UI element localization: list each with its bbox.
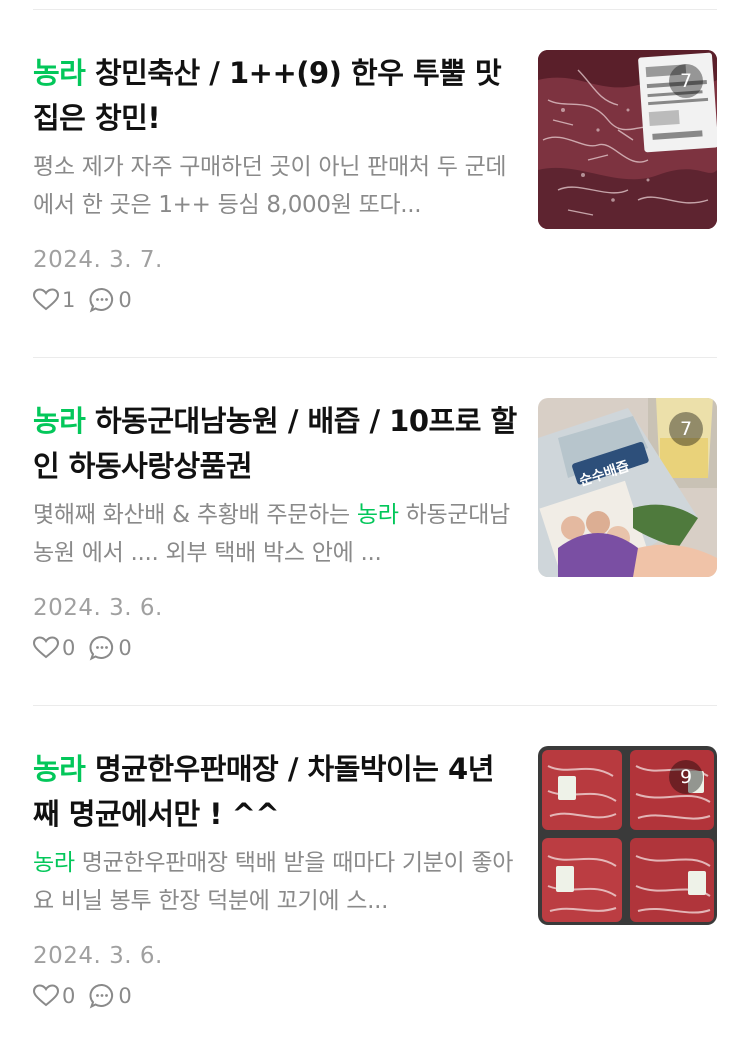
post-thumbnail[interactable]: 순수배즙 7 (538, 398, 717, 577)
post-title[interactable]: 농라 창민축산 / 1++(9) 한우 투뿔 맛집은 창민! (33, 10, 519, 141)
post-title[interactable]: 농라 하동군대남농원 / 배즙 / 10프로 할인 하동사랑상품권 (33, 358, 519, 489)
heart-icon (33, 288, 59, 311)
post-excerpt[interactable]: 농라 명균한우판매장 택배 받을 때마다 기분이 좋아요 비닐 봉투 한장 덕분… (33, 844, 519, 920)
comment-button[interactable]: 0 (89, 635, 132, 661)
excerpt-text: 명균한우판매장 택배 받을 때마다 기분이 좋아요 비닐 봉투 한장 덕분에 꼬… (33, 850, 514, 914)
excerpt-keyword: 농라 (33, 850, 75, 876)
title-text: 하동군대남농원 / 배즙 / 10프로 할인 하동사랑상품권 (33, 404, 517, 483)
comment-button[interactable]: 0 (89, 287, 132, 313)
post-date: 2024. 3. 6. (33, 943, 163, 969)
comment-count: 0 (118, 636, 132, 660)
title-keyword: 농라 (33, 752, 86, 786)
post-meta: 0 0 (33, 635, 146, 661)
like-button[interactable]: 0 (33, 984, 75, 1008)
post-meta: 1 0 (33, 287, 146, 313)
excerpt-text: 평소 제가 자주 구매하던 곳이 아닌 판매처 두 군데에서 한 곳은 1++ … (33, 154, 507, 218)
comment-count: 0 (118, 984, 132, 1008)
title-keyword: 농라 (33, 56, 86, 90)
like-button[interactable]: 0 (33, 636, 75, 660)
comment-icon (89, 983, 114, 1009)
comment-count: 0 (118, 288, 132, 312)
photo-count-badge: 9 (669, 760, 703, 794)
comment-button[interactable]: 0 (89, 983, 132, 1009)
comment-icon (89, 287, 114, 313)
post-card[interactable]: 농라 명균한우판매장 / 차돌박이는 4년째 명균에서만 ! ^^ 농라 명균한… (33, 706, 717, 1054)
post-text[interactable]: 농라 창민축산 / 1++(9) 한우 투뿔 맛집은 창민! 평소 제가 자주 … (33, 10, 519, 224)
like-button[interactable]: 1 (33, 288, 75, 312)
title-keyword: 농라 (33, 404, 86, 438)
post-card[interactable]: 농라 창민축산 / 1++(9) 한우 투뿔 맛집은 창민! 평소 제가 자주 … (33, 10, 717, 358)
like-count: 0 (62, 636, 76, 660)
excerpt-text-prefix: 몇해째 화산배 & 추황배 주문하는 (33, 502, 357, 528)
like-count: 0 (62, 984, 76, 1008)
title-text: 창민축산 / 1++(9) 한우 투뿔 맛집은 창민! (33, 56, 502, 135)
post-card[interactable]: 농라 하동군대남농원 / 배즙 / 10프로 할인 하동사랑상품권 몇해째 화산… (33, 358, 717, 706)
post-date: 2024. 3. 6. (33, 595, 163, 621)
photo-count-badge: 7 (669, 412, 703, 446)
post-thumbnail[interactable]: 9 (538, 746, 717, 925)
heart-icon (33, 984, 59, 1007)
title-text: 명균한우판매장 / 차돌박이는 4년째 명균에서만 ! ^^ (33, 752, 494, 831)
post-text[interactable]: 농라 명균한우판매장 / 차돌박이는 4년째 명균에서만 ! ^^ 농라 명균한… (33, 706, 519, 920)
post-text[interactable]: 농라 하동군대남농원 / 배즙 / 10프로 할인 하동사랑상품권 몇해째 화산… (33, 358, 519, 572)
photo-count-badge: 7 (669, 64, 703, 98)
post-meta: 0 0 (33, 983, 146, 1009)
post-thumbnail[interactable]: 7 (538, 50, 717, 229)
heart-icon (33, 636, 59, 659)
post-title[interactable]: 농라 명균한우판매장 / 차돌박이는 4년째 명균에서만 ! ^^ (33, 706, 519, 837)
excerpt-keyword: 농라 (356, 502, 399, 528)
post-excerpt[interactable]: 몇해째 화산배 & 추황배 주문하는 농라 하동군대남농원 에서 .... 외부… (33, 496, 519, 572)
post-excerpt[interactable]: 평소 제가 자주 구매하던 곳이 아닌 판매처 두 군데에서 한 곳은 1++ … (33, 148, 519, 224)
comment-icon (89, 635, 114, 661)
post-date: 2024. 3. 7. (33, 247, 163, 273)
like-count: 1 (62, 288, 76, 312)
